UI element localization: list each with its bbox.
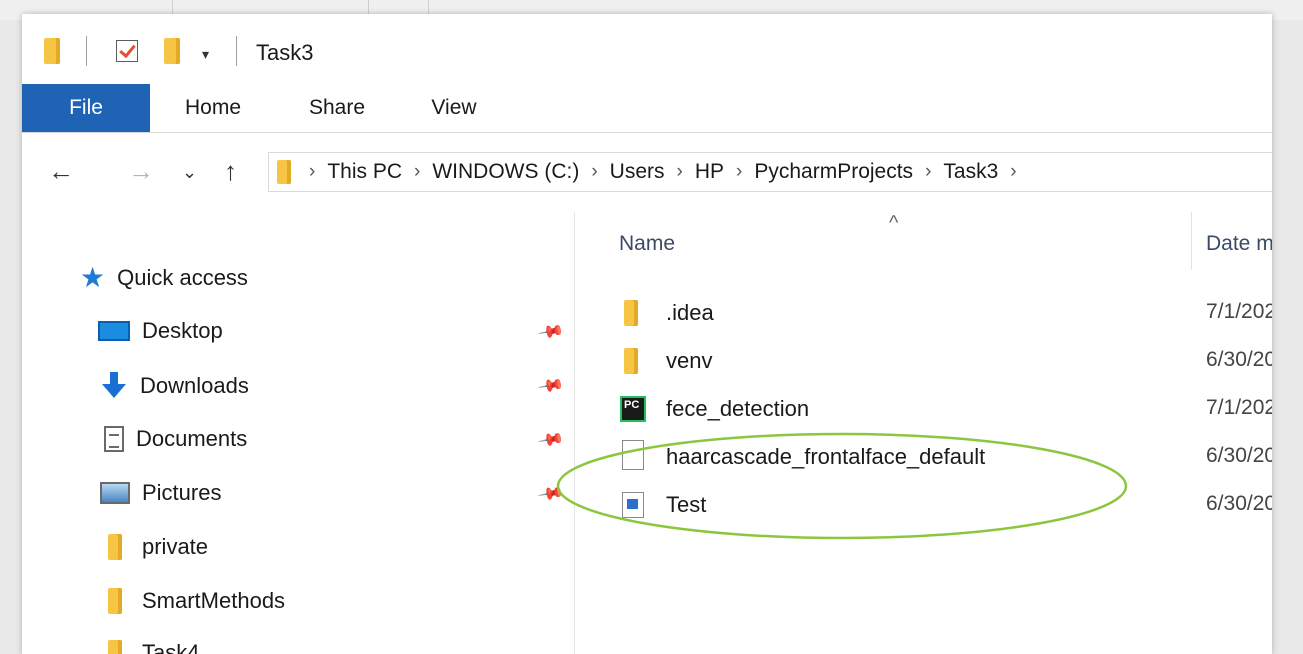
sidebar-item-label: Quick access bbox=[117, 265, 248, 290]
breadcrumb-chevron-icon[interactable]: › bbox=[591, 161, 597, 183]
file-row-venv[interactable]: venv 6/30/20 bbox=[574, 340, 1272, 386]
address-bar: ← → ⌄ ↑ › This PC › WINDOWS (C:) › Users… bbox=[22, 134, 1272, 212]
ribbon-tabs: File Home Share View bbox=[22, 84, 1272, 133]
breadcrumb-windows-c[interactable]: WINDOWS (C:) bbox=[432, 160, 579, 184]
file-date: 7/1/202 bbox=[1206, 300, 1272, 323]
pin-icon[interactable]: 📌 bbox=[536, 480, 565, 509]
sidebar-item-label: private bbox=[142, 534, 209, 559]
file-name: fece_detection bbox=[666, 396, 810, 421]
tab-share[interactable]: Share bbox=[304, 84, 370, 132]
file-explorer-window: ▾ Task3 File Home Share View ← → ⌄ ↑ › T… bbox=[22, 14, 1272, 654]
sidebar-item-label: SmartMethods bbox=[142, 588, 286, 613]
file-row-test[interactable]: Test 6/30/20 bbox=[574, 484, 1272, 530]
file-name: venv bbox=[666, 348, 713, 373]
file-name: .idea bbox=[666, 300, 714, 325]
sidebar-item-smartmethods[interactable]: SmartMethods bbox=[108, 588, 285, 614]
toolbar-separator bbox=[86, 36, 87, 66]
window-title: Task3 bbox=[256, 40, 314, 65]
breadcrumb-this-pc[interactable]: This PC bbox=[327, 160, 402, 184]
new-folder-icon[interactable] bbox=[164, 38, 180, 64]
sidebar-item-label: Downloads bbox=[140, 373, 249, 398]
sidebar-item-label: Desktop bbox=[142, 318, 223, 343]
file-date: 6/30/20 bbox=[1206, 444, 1272, 467]
pin-icon[interactable]: 📌 bbox=[536, 372, 565, 401]
sort-ascending-icon: ^ bbox=[889, 212, 899, 234]
file-row-icon bbox=[624, 348, 638, 374]
breadcrumb-chevron-icon[interactable]: › bbox=[925, 161, 931, 183]
toolbar-separator bbox=[236, 36, 237, 66]
file-date: 6/30/20 bbox=[1206, 348, 1272, 371]
file-list: ^ Name Date m .idea 7/1/202 venv 6/30/20… bbox=[574, 212, 1272, 654]
properties-checkbox-icon[interactable] bbox=[116, 40, 138, 62]
file-row-idea[interactable]: .idea 7/1/202 bbox=[574, 292, 1272, 338]
tab-home[interactable]: Home bbox=[180, 84, 246, 132]
customize-qat-dropdown-icon[interactable]: ▾ bbox=[202, 46, 209, 63]
download-icon bbox=[100, 372, 128, 400]
folder-icon bbox=[624, 300, 638, 326]
tab-view[interactable]: View bbox=[426, 84, 482, 132]
breadcrumb-users[interactable]: Users bbox=[610, 160, 665, 184]
back-arrow-icon[interactable]: ← bbox=[48, 156, 74, 187]
sidebar-item-desktop[interactable]: Desktop bbox=[98, 318, 223, 344]
navigation-pane: ★ Quick access Desktop 📌 Downloads 📌 Doc… bbox=[22, 212, 575, 654]
sidebar-item-documents[interactable]: Documents bbox=[104, 426, 247, 452]
tab-file[interactable]: File bbox=[22, 84, 150, 132]
window-folder-icon bbox=[44, 38, 60, 64]
sidebar-item-quick-access[interactable]: ★ Quick access bbox=[80, 264, 248, 292]
file-row-icon bbox=[622, 492, 644, 518]
file-row-fece-detection[interactable]: PC fece_detection 7/1/202 bbox=[574, 388, 1272, 434]
breadcrumb-pycharmprojects[interactable]: PycharmProjects bbox=[754, 160, 913, 184]
file-row-icon bbox=[624, 300, 638, 326]
file-name: Test bbox=[666, 492, 707, 517]
breadcrumb-task3[interactable]: Task3 bbox=[943, 160, 998, 184]
desktop-icon bbox=[98, 321, 130, 341]
file-row-icon: PC bbox=[620, 396, 646, 422]
breadcrumb-chevron-icon[interactable]: › bbox=[736, 161, 742, 183]
title-bar: ▾ Task3 bbox=[22, 14, 1272, 84]
folder-icon bbox=[624, 348, 638, 374]
breadcrumb-hp[interactable]: HP bbox=[695, 160, 724, 184]
pin-icon[interactable]: 📌 bbox=[536, 426, 565, 455]
breadcrumb-chevron-icon[interactable]: › bbox=[1010, 161, 1016, 183]
breadcrumb-chevron-icon[interactable]: › bbox=[414, 161, 420, 183]
generic-file-icon bbox=[622, 440, 644, 470]
recent-locations-chevron-icon[interactable]: ⌄ bbox=[182, 162, 197, 183]
sidebar-item-downloads[interactable]: Downloads bbox=[100, 372, 249, 400]
file-row-icon bbox=[622, 440, 644, 470]
breadcrumb-chevron-icon[interactable]: › bbox=[309, 161, 315, 183]
sidebar-item-label: Pictures bbox=[142, 480, 222, 505]
file-date: 6/30/20 bbox=[1206, 492, 1272, 515]
breadcrumb-folder-icon bbox=[277, 160, 291, 184]
sidebar-item-label: Documents bbox=[136, 426, 248, 451]
breadcrumb-chevron-icon[interactable]: › bbox=[677, 161, 683, 183]
pin-icon[interactable]: 📌 bbox=[536, 318, 565, 347]
file-date: 7/1/202 bbox=[1206, 396, 1272, 419]
star-icon: ★ bbox=[80, 262, 106, 293]
column-divider[interactable] bbox=[1191, 212, 1192, 270]
image-file-icon bbox=[622, 492, 644, 518]
breadcrumb[interactable]: › This PC › WINDOWS (C:) › Users › HP › … bbox=[268, 152, 1272, 192]
file-name: haarcascade_frontalface_default bbox=[666, 444, 986, 469]
column-header-name[interactable]: Name bbox=[619, 232, 675, 256]
folder-icon bbox=[108, 588, 122, 614]
file-row-haarcascade[interactable]: haarcascade_frontalface_default 6/30/20 bbox=[574, 436, 1272, 482]
forward-arrow-icon[interactable]: → bbox=[128, 156, 154, 187]
pycharm-file-icon: PC bbox=[620, 396, 646, 422]
sidebar-item-private[interactable]: private bbox=[108, 534, 208, 560]
documents-icon bbox=[104, 426, 124, 452]
up-arrow-icon[interactable]: ↑ bbox=[224, 156, 237, 187]
column-header-date-modified[interactable]: Date m bbox=[1206, 232, 1272, 256]
folder-icon bbox=[108, 534, 122, 560]
sidebar-item-pictures[interactable]: Pictures bbox=[100, 480, 221, 506]
pictures-icon bbox=[100, 482, 130, 504]
